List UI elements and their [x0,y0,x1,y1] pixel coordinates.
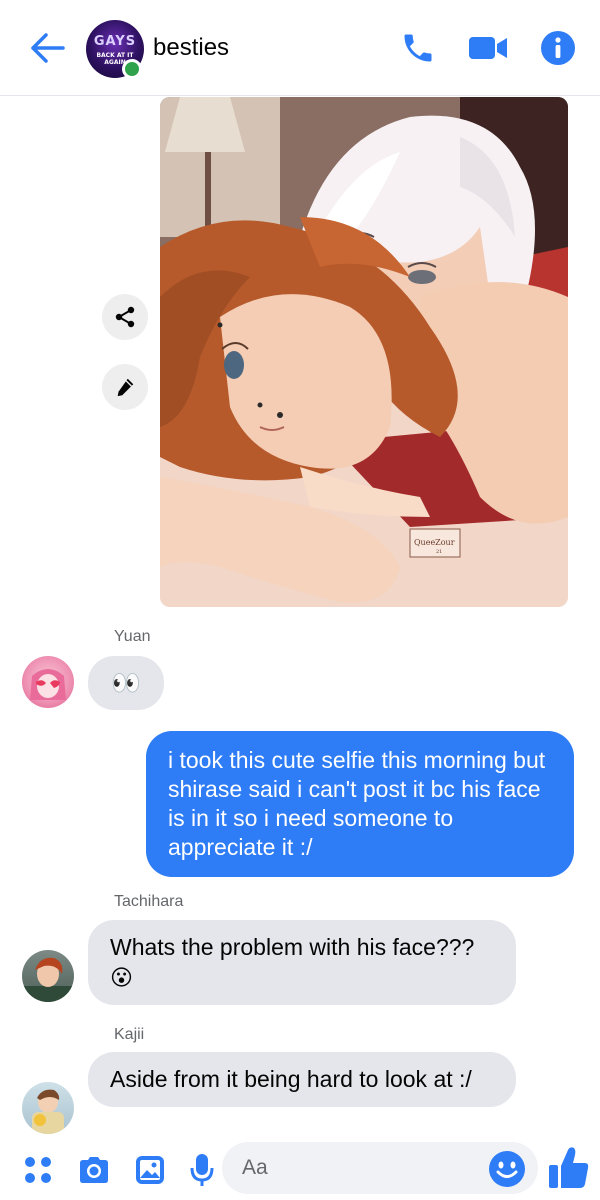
camera-icon[interactable] [74,1150,114,1190]
video-camera-icon[interactable] [468,28,508,68]
smiley-icon[interactable] [488,1150,526,1188]
avatar-yuan[interactable] [22,656,74,708]
message-bubble-outgoing[interactable]: i took this cute selfie this morning but… [146,731,574,877]
edit-pencil-icon [117,378,134,397]
svg-text:21: 21 [436,549,442,555]
message-text: Aside from it being hard to look at :/ [110,1066,472,1092]
back-arrow-icon[interactable] [28,28,68,68]
message-composer [0,1140,600,1200]
message-bubble-yuan[interactable]: 👀 [88,656,164,710]
message-text: i took this cute selfie this morning but… [168,747,546,860]
message-text: Whats the problem with his face??? [110,934,475,960]
header-actions [398,28,578,68]
group-avatar-logo-text: GAYS [93,34,137,49]
share-button[interactable] [102,294,148,340]
astonished-face-emoji: 😮 [110,965,133,991]
sender-name-yuan: Yuan [114,628,151,645]
chat-title[interactable]: besties [153,34,229,62]
avatar-tachihara[interactable] [22,950,74,1002]
apps-grid-icon[interactable] [18,1150,58,1190]
gallery-icon[interactable] [130,1150,170,1190]
illustration: QueeZour 21 [160,97,568,607]
eyes-emoji: 👀 [111,669,141,697]
share-icon [115,306,135,328]
microphone-icon[interactable] [182,1150,222,1190]
phone-icon[interactable] [398,28,438,68]
message-bubble-kajii[interactable]: Aside from it being hard to look at :/ [88,1052,516,1107]
sender-name-tachihara: Tachihara [114,893,184,910]
avatar-kajii[interactable] [22,1082,74,1134]
message-bubble-tachihara[interactable]: Whats the problem with his face??? 😮 [88,920,516,1006]
info-icon[interactable] [538,28,578,68]
online-status-dot [122,59,142,79]
illustration-watermark: QueeZour [414,538,455,547]
chat-header: GAYS BACK AT IT AGAIN besties [0,0,600,96]
shared-image[interactable]: QueeZour 21 [160,97,568,607]
thumbs-up-icon[interactable] [548,1146,590,1190]
sender-name-kajii: Kajii [114,1026,145,1043]
edit-button[interactable] [102,364,148,410]
